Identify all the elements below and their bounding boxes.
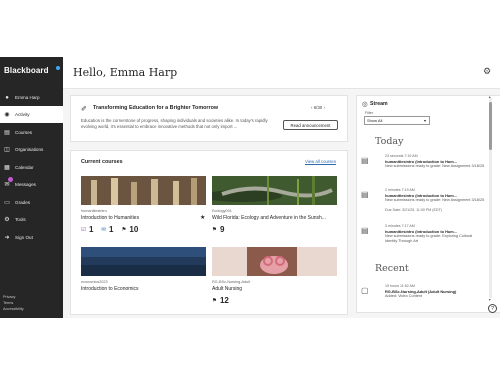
course-image-humanities[interactable] xyxy=(81,176,206,205)
help-icon[interactable]: ? xyxy=(488,304,497,313)
view-all-courses-link[interactable]: View all courses xyxy=(305,159,336,164)
course-code: RG-BSc-Nursing-Adult xyxy=(212,280,251,284)
stream-time: 2 minutes 7:19 AM xyxy=(385,188,415,192)
announcement-title: Transforming Education for a Brighter To… xyxy=(93,105,219,111)
filter-label: Filter xyxy=(365,111,373,115)
course-image-nursing[interactable] xyxy=(212,247,337,276)
filter-value: Show All xyxy=(367,118,383,123)
flag-icon: ⚑ xyxy=(212,226,217,233)
course-image-economics[interactable] xyxy=(81,247,206,276)
scroll-down-icon[interactable]: ▼ xyxy=(488,298,491,302)
stream-message: New submissions ready to grade: New Assi… xyxy=(385,164,485,168)
sidebar-item-label: Sign Out xyxy=(15,235,33,240)
sidebar: Blackboard ● Emma Harp ◉ Activity ▤ Cour… xyxy=(0,57,63,318)
gear-icon[interactable]: ⚙ xyxy=(483,66,493,76)
sidebar-item-label: Organisations xyxy=(15,147,44,152)
today-heading: Today xyxy=(375,136,404,147)
stream-time: 3 minutes 7:17 AM xyxy=(385,224,415,228)
course-name[interactable]: Wild Florida: Ecology and Adventure in t… xyxy=(212,215,338,221)
course-code: Ecology001 xyxy=(212,209,232,213)
grading-icon: ☑ xyxy=(81,226,86,233)
message-icon: ✉ xyxy=(101,226,106,233)
terms-link[interactable]: Terms xyxy=(3,301,13,305)
announcement-page: 6/30 xyxy=(313,105,323,110)
sidebar-item-label: Calendar xyxy=(15,165,34,170)
sidebar-item-organisations[interactable]: ◫ Organisations xyxy=(0,141,63,158)
course-name[interactable]: Adult Nursing xyxy=(212,286,332,292)
scroll-up-icon[interactable]: ▲ xyxy=(488,95,491,99)
announcement-text: Education is the cornerstone of progress… xyxy=(81,118,268,130)
logo-dot xyxy=(56,66,60,70)
course-name[interactable]: Introduction to Humanities xyxy=(81,215,191,221)
sidebar-item-profile[interactable]: ● Emma Harp xyxy=(0,89,63,106)
assignment-icon: ▤ xyxy=(361,226,369,235)
stream-message: New submissions ready to grade: Explorin… xyxy=(385,234,473,243)
sidebar-item-grades[interactable]: ▭ Grades xyxy=(0,194,63,211)
stream-time: 19 hours 11:52 AM xyxy=(385,284,415,288)
grading-count: 1 xyxy=(88,225,94,234)
sidebar-item-label: Messages xyxy=(15,182,36,187)
course-code: humanitiesintro xyxy=(81,209,107,213)
tools-icon: ⚙ xyxy=(4,216,10,223)
calendar-icon: ▦ xyxy=(4,164,10,171)
sidebar-item-messages[interactable]: ✉ Messages xyxy=(0,176,63,193)
sidebar-item-label: Emma Harp xyxy=(15,95,40,100)
filter-select[interactable]: Show All ▾ xyxy=(364,116,430,125)
message-count: 1 xyxy=(109,225,114,234)
course-stats: ⚑ 12 xyxy=(212,296,237,305)
flag-count: 10 xyxy=(129,225,139,234)
assignment-icon: ▤ xyxy=(361,156,369,165)
chevron-down-icon: ▾ xyxy=(423,118,426,123)
messages-badge xyxy=(8,177,13,182)
sidebar-item-label: Tools xyxy=(15,217,26,222)
sign-out-icon: ➜ xyxy=(4,234,10,241)
sidebar-item-calendar[interactable]: ▦ Calendar xyxy=(0,159,63,176)
assignment-icon: ▤ xyxy=(361,190,369,199)
stream-icon: ◎ xyxy=(362,101,368,108)
sidebar-item-label: Grades xyxy=(15,200,31,205)
stream-scrollbar-thumb[interactable] xyxy=(489,102,492,150)
user-icon: ● xyxy=(5,94,9,101)
star-icon[interactable]: ★ xyxy=(200,214,205,221)
stream-message: New submissions ready to grade: New Assi… xyxy=(385,198,485,202)
chevron-right-icon[interactable]: › xyxy=(323,105,324,110)
sidebar-item-label: Courses xyxy=(15,130,33,135)
courses-icon: ▤ xyxy=(4,129,10,136)
announcement-card: ✐ Transforming Education for a Brighter … xyxy=(70,95,348,142)
courses-title: Current courses xyxy=(81,159,123,165)
announcement-pager[interactable]: ‹ 6/30 › xyxy=(311,105,325,110)
organisations-icon: ◫ xyxy=(4,146,10,153)
course-stats: ⚑ 9 xyxy=(212,225,232,234)
stream-message: Added: Video Content xyxy=(385,294,423,298)
read-announcement-button[interactable]: Read announcement xyxy=(283,120,338,130)
sidebar-item-label: Activity xyxy=(15,112,30,117)
video-content-icon: ▢ xyxy=(361,286,369,295)
stream-title: Stream xyxy=(370,101,388,107)
course-code: economics2023 xyxy=(81,280,108,284)
sidebar-item-courses[interactable]: ▤ Courses xyxy=(0,124,63,141)
megaphone-icon: ✐ xyxy=(81,106,87,113)
activity-icon: ◉ xyxy=(4,111,10,118)
stream-time: 23 seconds 7:19 AM xyxy=(385,154,418,158)
course-image-ecology[interactable] xyxy=(212,176,337,205)
privacy-link[interactable]: Privacy xyxy=(3,295,15,299)
grades-icon: ▭ xyxy=(4,199,10,206)
chevron-left-icon[interactable]: ‹ xyxy=(311,105,312,110)
sidebar-item-sign-out[interactable]: ➜ Sign Out xyxy=(0,229,63,246)
course-stats: ☑ 1 ✉ 1 ⚑ 10 xyxy=(81,225,146,234)
stream-due-date: Due Date: 3/21/25, 11:00 PM (EDT) xyxy=(385,208,442,212)
course-name[interactable]: Introduction to Economics xyxy=(81,286,201,292)
flag-count: 12 xyxy=(219,296,229,305)
blackboard-logo: Blackboard xyxy=(4,66,49,75)
stream-panel: ◎ Stream Filter Show All ▾ Today ▤ 23 se… xyxy=(356,95,500,313)
flag-icon: ⚑ xyxy=(212,297,217,304)
current-courses-card: Current courses View all courses humanit… xyxy=(70,150,348,315)
recent-heading: Recent xyxy=(375,263,409,274)
page-title: Hello, Emma Harp xyxy=(73,66,178,79)
sidebar-item-tools[interactable]: ⚙ Tools xyxy=(0,211,63,228)
flag-icon: ⚑ xyxy=(121,226,127,233)
accessibility-link[interactable]: Accessibility xyxy=(3,307,24,311)
sidebar-item-activity[interactable]: ◉ Activity xyxy=(0,106,63,123)
flag-count: 9 xyxy=(219,225,225,234)
